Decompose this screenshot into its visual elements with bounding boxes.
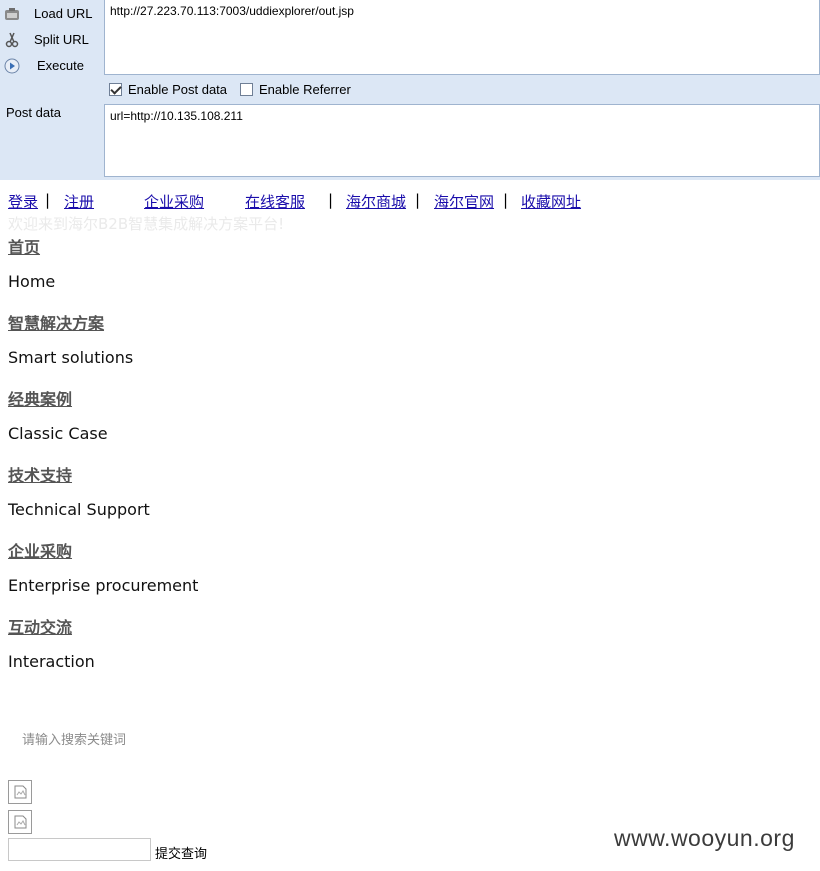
menu-case-en: Classic Case [8, 424, 108, 443]
post-data-textarea[interactable]: url=http://10.135.108.211 [104, 104, 820, 177]
enable-referrer-label: Enable Referrer [259, 82, 351, 97]
menu-procurement-zh[interactable]: 企业采购 [8, 538, 72, 562]
enable-post-checkbox[interactable] [109, 83, 122, 96]
nav-separator: | [415, 191, 421, 209]
execute-button[interactable]: Execute [0, 54, 104, 78]
execute-label: Execute [37, 58, 84, 73]
menu-support-en: Technical Support [8, 500, 150, 519]
menu-interaction-en: Interaction [8, 652, 95, 671]
menu-home-en: Home [8, 272, 56, 291]
procurement-link[interactable]: 企业采购 [144, 191, 204, 212]
menu-smart-en: Smart solutions [8, 348, 134, 367]
hackbar-toolbar: Load URL Split URL Execute http://27.223… [0, 0, 820, 180]
menu-interaction-zh[interactable]: 互动交流 [8, 614, 72, 638]
nav-separator: | [503, 191, 509, 209]
menu-support-zh[interactable]: 技术支持 [8, 462, 72, 486]
submit-query-button[interactable]: 提交查询 [155, 843, 207, 862]
menu-procurement-en: Enterprise procurement [8, 576, 199, 595]
online-service-link[interactable]: 在线客服 [245, 191, 305, 212]
menu-smart-zh[interactable]: 智慧解决方案 [8, 310, 104, 334]
nav-separator: | [328, 191, 334, 209]
login-link[interactable]: 登录 [8, 191, 38, 212]
enable-referrer-checkbox[interactable] [240, 83, 253, 96]
nav-separator: | [45, 191, 51, 209]
menu-home-zh[interactable]: 首页 [8, 234, 40, 258]
watermark: www.wooyun.org [614, 825, 795, 851]
haier-official-link[interactable]: 海尔官网 [434, 191, 494, 212]
scissors-icon [4, 32, 20, 48]
split-url-button[interactable]: Split URL [0, 28, 104, 52]
split-url-label: Split URL [34, 32, 89, 47]
welcome-text: 欢迎来到海尔B2B智慧集成解决方案平台! [8, 215, 285, 233]
hackbar-options: Enable Post data Enable Referrer [104, 78, 820, 102]
menu-case-zh[interactable]: 经典案例 [8, 386, 72, 410]
load-url-icon [4, 6, 20, 22]
load-url-label: Load URL [34, 6, 93, 21]
url-textarea[interactable]: http://27.223.70.113:7003/uddiexplorer/o… [104, 0, 820, 75]
broken-image-icon[interactable] [8, 810, 32, 834]
page-content: 登录 | 注册 企业采购 在线客服 | 海尔商城 | 海尔官网 | 收藏网址 欢… [0, 182, 820, 871]
load-url-button[interactable]: Load URL [0, 2, 104, 26]
search-hint[interactable]: 请输入搜索关键词 [22, 729, 126, 748]
haier-mall-link[interactable]: 海尔商城 [346, 191, 406, 212]
post-data-label: Post data [6, 105, 61, 120]
register-link[interactable]: 注册 [64, 191, 94, 212]
play-icon [4, 58, 20, 74]
search-input[interactable] [8, 838, 151, 861]
bookmark-link[interactable]: 收藏网址 [521, 191, 581, 212]
broken-image-icon[interactable] [8, 780, 32, 804]
enable-post-label: Enable Post data [128, 82, 228, 97]
